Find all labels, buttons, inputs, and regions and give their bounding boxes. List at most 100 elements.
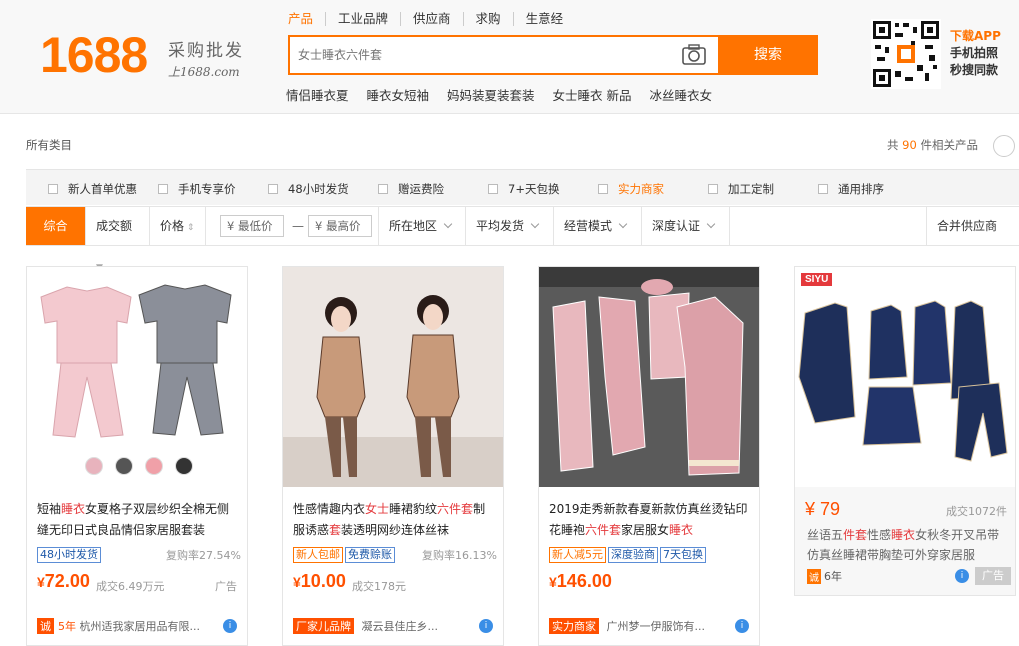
- product-card[interactable]: 2019走秀新款春夏新款仿真丝烫钻印花睡袍六件套家居服女睡衣 新人减5元 深度验商…: [538, 266, 760, 646]
- price-value: 10.00: [300, 571, 346, 591]
- tab-suppliers[interactable]: 供应商: [400, 12, 463, 26]
- product-card[interactable]: SIYU ¥ 79 成交1072件 丝语五件套性感睡衣女秋冬开叉吊带仿真丝睡裙带…: [794, 266, 1016, 596]
- power-merchant-badge: 实力商家: [549, 618, 599, 634]
- filter-48h-ship[interactable]: 48小时发货: [268, 181, 349, 197]
- title-text: 性感: [867, 528, 892, 542]
- dropdown-label: 所在地区: [389, 219, 438, 233]
- swatch[interactable]: [145, 457, 163, 475]
- product-card[interactable]: 性感情趣内衣女士睡裙豹纹六件套制服诱惑套装透明网纱连体丝袜 新人包邮 免费赊账 复…: [282, 266, 504, 646]
- product-image[interactable]: [283, 267, 503, 487]
- site-logo[interactable]: 1688: [40, 30, 148, 80]
- chat-icon[interactable]: i: [223, 619, 237, 633]
- hot-word[interactable]: 情侣睡衣夏: [286, 85, 349, 104]
- title-text: 短袖: [37, 502, 62, 516]
- tab-products[interactable]: 产品: [288, 12, 325, 26]
- hot-word[interactable]: 睡衣女短袖: [367, 85, 430, 104]
- dropdown-avg-ship[interactable]: 平均发货: [466, 207, 554, 245]
- app-promo-line2: 手机拍照: [950, 46, 999, 60]
- filter-general-sort[interactable]: 通用排序: [818, 181, 884, 197]
- credit-badge: 诚: [37, 618, 54, 634]
- camera-icon[interactable]: [680, 42, 708, 68]
- product-image[interactable]: [27, 267, 247, 487]
- filter-label: 手机专享价: [178, 182, 236, 196]
- all-categories[interactable]: 所有类目: [26, 137, 72, 153]
- filter-new-user[interactable]: 新人首单优惠: [48, 181, 137, 197]
- filter-7day-exchange[interactable]: 7+天包换: [488, 181, 559, 197]
- title-highlight: 六件套: [585, 523, 622, 537]
- filter-shipping-insurance[interactable]: 赠运费险: [378, 181, 444, 197]
- sort-comprehensive[interactable]: 综合: [26, 207, 86, 245]
- checkbox[interactable]: [708, 184, 718, 194]
- color-swatches: [85, 457, 193, 475]
- hot-word[interactable]: 女士睡衣 新品: [553, 85, 632, 104]
- checkbox[interactable]: [598, 184, 608, 194]
- dropdown-business-mode[interactable]: 经营模式: [554, 207, 642, 245]
- checkbox[interactable]: [268, 184, 278, 194]
- slogan: 采购批发 上1688.com: [168, 36, 244, 80]
- checkbox[interactable]: [818, 184, 828, 194]
- product-title[interactable]: 性感情趣内衣女士睡裙豹纹六件套制服诱惑套装透明网纱连体丝袜: [293, 499, 497, 541]
- app-promo-line1: 下载APP: [950, 29, 1001, 43]
- sold-amount: 成交178元: [352, 580, 406, 593]
- sort-label: 价格: [160, 219, 185, 233]
- chat-icon[interactable]: i: [479, 619, 493, 633]
- title-text: 装透明网纱连体丝袜: [341, 523, 450, 537]
- app-promo[interactable]: 下载APP 手机拍照 秒搜同款: [950, 28, 1001, 79]
- checkbox[interactable]: [48, 184, 58, 194]
- dropdown-region[interactable]: 所在地区: [378, 207, 466, 245]
- chevron-down-icon: [706, 219, 716, 229]
- dropdown-label: 平均发货: [476, 219, 525, 233]
- app-promo-line3: 秒搜同款: [950, 63, 999, 77]
- product-image[interactable]: [539, 267, 759, 487]
- product-title[interactable]: 2019走秀新款春夏新款仿真丝烫钻印花睡袍六件套家居服女睡衣: [549, 499, 753, 541]
- hot-word[interactable]: 妈妈装夏装套装: [447, 85, 535, 104]
- collapse-toggle-icon[interactable]: [993, 135, 1015, 157]
- max-price-input[interactable]: ¥ 最高价: [308, 215, 372, 237]
- title-highlight: 睡衣: [61, 502, 86, 516]
- search-button[interactable]: 搜索: [718, 35, 818, 75]
- credit-badge: 诚: [807, 568, 821, 584]
- checkbox[interactable]: [158, 184, 168, 194]
- product-card[interactable]: 短袖睡衣女夏格子双层纱织全棉无侧缝无印日式良品情侣家居服套装 48小时发货 复购…: [26, 266, 248, 646]
- product-title[interactable]: 丝语五件套性感睡衣女秋冬开叉吊带仿真丝睡裙带胸垫可外穿家居服: [807, 525, 1007, 565]
- chat-icon[interactable]: i: [955, 569, 969, 583]
- search-tabs: 产品 工业品牌 供应商 求购 生意经: [288, 12, 575, 26]
- filter-label: 实力商家: [618, 182, 664, 196]
- promo-tag: 新人包邮: [293, 547, 343, 563]
- filter-row: 新人首单优惠 手机专享价 48小时发货 赠运费险 7+天包换 实力商家 加工定制…: [26, 169, 1019, 205]
- slogan-line2: 上1688.com: [168, 65, 240, 79]
- chat-icon[interactable]: i: [735, 619, 749, 633]
- sort-price[interactable]: 价格 ⇕: [150, 207, 206, 245]
- swatch[interactable]: [175, 457, 193, 475]
- seller-info[interactable]: 厂家儿品牌 凝云县佳庄乡...: [293, 618, 438, 634]
- checkbox[interactable]: [488, 184, 498, 194]
- product-price: ¥ 79: [805, 499, 841, 519]
- tab-business[interactable]: 生意经: [512, 12, 576, 26]
- sort-turnover[interactable]: 成交额 ▼: [86, 207, 150, 273]
- swatch[interactable]: [85, 457, 103, 475]
- tag-row: 新人包邮 免费赊账 复购率16.13%: [293, 547, 497, 563]
- filter-mobile-price[interactable]: 手机专享价: [158, 181, 236, 197]
- total-number: 90: [902, 138, 917, 152]
- product-title[interactable]: 短袖睡衣女夏格子双层纱织全棉无侧缝无印日式良品情侣家居服套装: [37, 499, 241, 541]
- tab-buying[interactable]: 求购: [462, 12, 513, 26]
- search-input[interactable]: [298, 37, 678, 73]
- service-tag: 免费赊账: [345, 547, 395, 563]
- swatch[interactable]: [115, 457, 133, 475]
- title-text: 睡裙豹纹: [389, 502, 438, 516]
- product-image[interactable]: SIYU: [795, 267, 1015, 487]
- seller-info[interactable]: 实力商家 广州梦一伊服饰有...: [549, 618, 705, 634]
- dropdown-deep-verify[interactable]: 深度认证: [642, 207, 730, 245]
- merge-suppliers[interactable]: 合并供应商: [926, 207, 1019, 245]
- filter-custom[interactable]: 加工定制: [708, 181, 774, 197]
- min-price-input[interactable]: ¥ 最低价: [220, 215, 284, 237]
- tag-row: 新人减5元 深度验商 7天包换: [549, 547, 753, 563]
- filter-label: 通用排序: [838, 182, 884, 196]
- checkbox[interactable]: [378, 184, 388, 194]
- seller-info[interactable]: 诚 5年 杭州适我家居用品有限...: [37, 618, 200, 634]
- filter-power-merchant[interactable]: 实力商家: [598, 181, 664, 197]
- seller-years: 诚 6年: [807, 568, 842, 584]
- hot-word[interactable]: 冰丝睡衣女: [650, 85, 713, 104]
- currency-symbol: ¥: [293, 574, 301, 590]
- tab-industrial-brands[interactable]: 工业品牌: [325, 12, 400, 26]
